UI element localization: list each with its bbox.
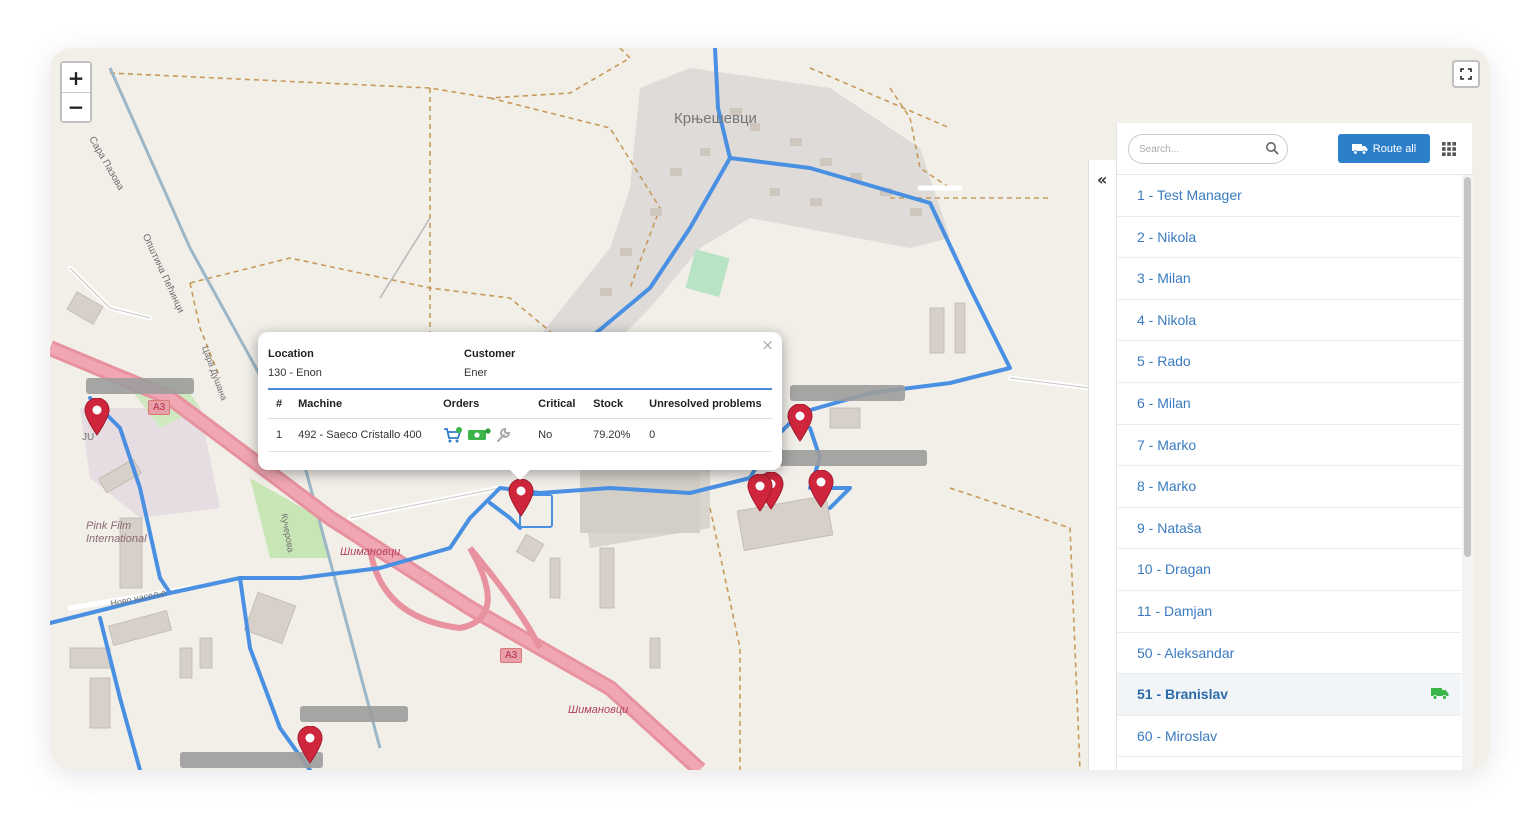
cart-icon[interactable] [443,427,463,443]
table-row[interactable]: 1 492 - Saeco Cristallo 400 No 79.20% 0 [268,418,772,452]
highway-shield-1: A3 [148,400,171,415]
list-item-label: 9 - Nataša [1137,519,1202,536]
collapse-panel-button[interactable]: « [1097,170,1107,189]
list-item-active[interactable]: 51 - Branislav [1117,674,1461,716]
list-item-label: 50 - Aleksandar [1137,644,1235,661]
list-item[interactable]: 10 - Dragan [1117,549,1461,591]
column-header-critical: Critical [530,389,586,419]
list-item[interactable]: 9 - Nataša [1117,508,1461,550]
column-header-machine: Machine [290,389,436,419]
popup-customer-value: Ener [464,367,488,379]
list-item[interactable]: 50 - Aleksandar [1117,633,1461,675]
search-icon[interactable] [1265,141,1279,155]
list-item-label: 11 - Damjan [1137,602,1213,619]
highway-shield-2: A3 [500,648,523,663]
table-header-row: # Machine Orders Critical Stock Unresolv… [268,389,772,419]
route-all-label: Route all [1372,142,1417,155]
cell-stock: 79.20% [585,418,642,452]
map-label-simanovci-1: Шимановци [340,546,401,558]
list-item-label: 3 - Milan [1137,270,1191,287]
money-icon[interactable] [467,428,491,442]
map-label-village: Крњешевци [674,110,757,127]
users-panel: Route all 1 - Test Manager 2 - Nikola 3 … [1116,123,1473,770]
list-item[interactable]: 3 - Milan [1117,258,1461,300]
map-marker[interactable] [84,398,110,436]
panel-toolbar: Route all [1117,123,1473,175]
route-all-button[interactable]: Route all [1338,134,1430,163]
list-item-label: 7 - Marko [1137,436,1197,453]
list-item-label: 6 - Milan [1137,394,1191,411]
map-label-pink-film: Pink Film International [86,520,147,545]
cell-orders [435,418,531,452]
redacted-label [790,385,905,401]
zoom-control: + − [60,61,92,123]
grid-icon[interactable] [1442,142,1456,156]
truck-icon[interactable] [1431,687,1449,701]
list-item-label: 5 - Rado [1137,353,1191,370]
list-item-label: 10 - Dragan [1137,561,1211,578]
wrench-icon[interactable] [495,427,511,443]
list-scrollbar[interactable] [1462,175,1473,770]
cell-critical: No [530,418,586,452]
column-header-orders: Orders [435,389,531,419]
list-item[interactable]: 8 - Marko [1117,466,1461,508]
list-item-label: 1 - Test Manager [1137,187,1242,203]
redacted-label [86,378,194,394]
users-list: 1 - Test Manager 2 - Nikola 3 - Milan 4 … [1117,175,1461,758]
list-item[interactable]: 2 - Nikola [1117,217,1461,259]
list-item-label: 8 - Marko [1137,478,1197,495]
map-marker-selected[interactable] [508,479,534,517]
list-item-label: 2 - Nikola [1137,228,1197,245]
map-marker[interactable] [747,474,773,512]
column-header-stock: Stock [585,389,642,419]
machines-table: # Machine Orders Critical Stock Unresolv… [268,388,772,452]
popup-location-label: Location [268,348,314,360]
map-marker[interactable] [787,404,813,442]
list-item[interactable]: 5 - Rado [1117,341,1461,383]
map-label-simanovci-2: Шимановци [568,704,629,716]
fullscreen-button[interactable] [1452,60,1480,88]
list-item[interactable]: 4 - Nikola [1117,300,1461,342]
list-item-label: 51 - Branislav [1137,686,1229,703]
map-marker[interactable] [297,726,323,764]
cell-num: 1 [268,418,291,452]
popup-location-value: 130 - Enon [268,367,322,379]
scrollbar-thumb[interactable] [1464,177,1471,557]
list-item-label: 4 - Nikola [1137,311,1197,328]
cell-machine: 492 - Saeco Cristallo 400 [290,418,436,452]
panel-collapse-tab: « [1088,160,1118,770]
list-item[interactable]: 11 - Damjan [1117,591,1461,633]
zoom-out-button[interactable]: − [62,92,90,121]
list-item-label: 60 - Miroslav [1137,727,1218,744]
list-item[interactable]: 60 - Miroslav [1117,716,1461,758]
list-item[interactable]: 1 - Test Manager [1117,175,1461,217]
column-header-problems: Unresolved problems [641,389,772,419]
redacted-label [772,450,927,466]
search-input[interactable] [1139,140,1259,158]
redacted-label [300,706,408,722]
column-header-num: # [268,389,291,419]
popup-customer-label: Customer [464,348,516,360]
map-window: Крњешевци Шимановци Шимановци Pink Film … [50,48,1490,770]
map-marker[interactable] [808,470,834,508]
truck-icon [1351,143,1368,155]
popup-close-button[interactable]: × [761,336,774,354]
fullscreen-icon [1460,68,1472,80]
cell-problems: 0 [641,418,772,452]
zoom-in-button[interactable]: + [62,63,90,92]
list-item[interactable]: 6 - Milan [1117,383,1461,425]
search-box [1128,134,1288,164]
location-popup: × Location 130 - Enon Customer Ener # Ma… [258,332,782,480]
list-item[interactable]: 7 - Marko [1117,425,1461,467]
